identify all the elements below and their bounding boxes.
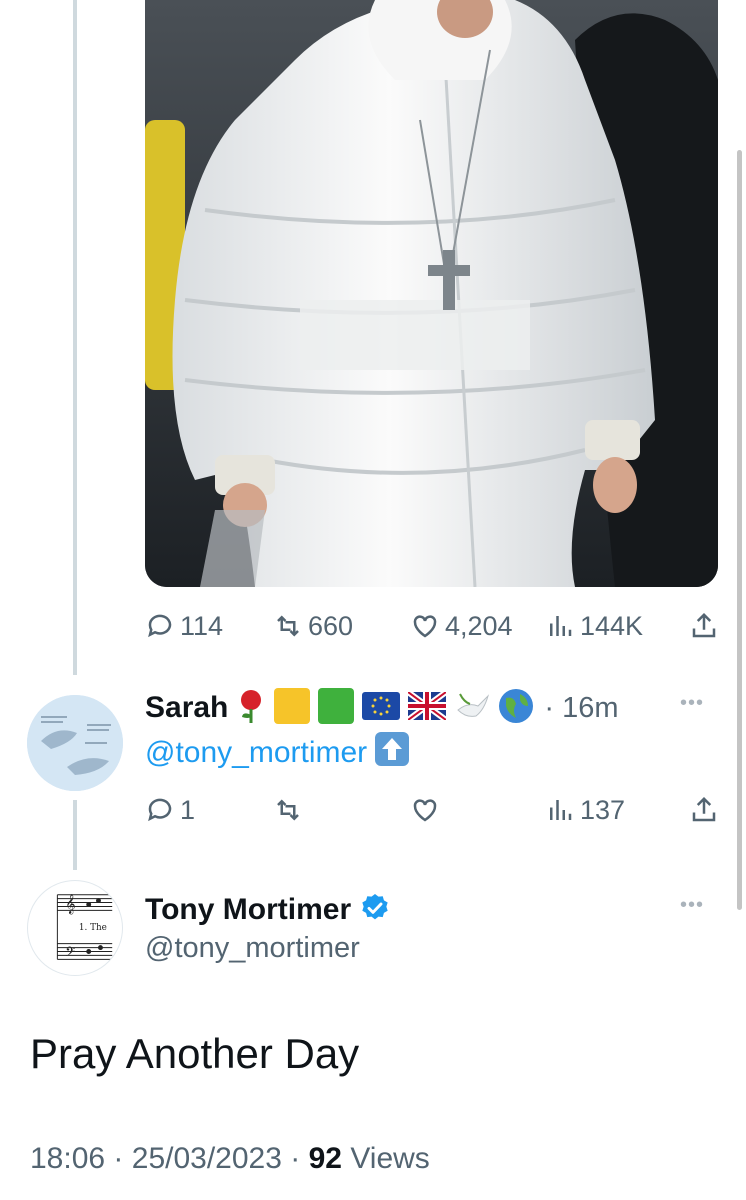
views-button[interactable]: 144K	[545, 606, 643, 646]
dove-emoji	[454, 688, 490, 729]
tweet-date[interactable]: 25/03/2023	[132, 1142, 282, 1175]
svg-text:1. The: 1. The	[79, 923, 107, 933]
verified-badge-icon	[359, 892, 391, 929]
views-count: 144K	[580, 610, 644, 641]
eu-flag-emoji	[362, 691, 401, 725]
tweet-views-label: Views	[350, 1142, 430, 1175]
like-button[interactable]: 4,204	[410, 606, 513, 646]
puffer-coat-photo-icon	[145, 0, 718, 587]
globe-emoji	[498, 688, 534, 729]
main-tweet-meta: 18:06 · 25/03/2023 · 92 Views	[30, 1142, 430, 1176]
reply-count: 114	[180, 610, 224, 641]
main-tweet-handle[interactable]: @tony_mortimer	[145, 932, 360, 965]
up-arrow-emoji	[375, 732, 410, 774]
tweet-views-count: 92	[308, 1142, 342, 1175]
main-tweet-display-name[interactable]: Tony Mortimer	[145, 893, 351, 927]
scrollbar[interactable]	[737, 150, 742, 910]
reply-views-button[interactable]: 137	[545, 790, 625, 830]
avatar-tony-mortimer[interactable]: 𝄞 𝄢 1. The	[27, 880, 123, 976]
reply-button[interactable]: 114	[145, 606, 223, 646]
reply-like-button[interactable]	[410, 790, 445, 830]
avatar-sarah[interactable]	[27, 695, 123, 791]
views-chart-icon	[550, 800, 572, 820]
reply-reply-button[interactable]: 1	[145, 790, 195, 830]
like-count: 4,204	[445, 610, 513, 641]
share-icon	[692, 796, 716, 822]
thread-line-top	[73, 0, 77, 675]
yellow-square-emoji	[274, 687, 311, 729]
views-chart-icon	[550, 616, 572, 636]
reply-display-name[interactable]: Sarah	[145, 691, 228, 725]
retweet-count: 660	[308, 610, 354, 641]
tweet-media-image[interactable]	[145, 0, 718, 587]
thread-line-bottom	[73, 800, 77, 870]
reply-views-count: 137	[580, 794, 626, 825]
meta-separator: ·	[113, 1142, 124, 1175]
share-button[interactable]	[689, 606, 719, 646]
reply-icon	[148, 798, 172, 822]
svg-text:𝄞: 𝄞	[65, 894, 75, 914]
reply-mention-link[interactable]: @tony_mortimer	[145, 736, 367, 770]
retweet-button[interactable]: 660	[273, 606, 353, 646]
heart-icon	[413, 615, 437, 638]
reply-time[interactable]: · 16m	[544, 692, 618, 725]
sheet-music-avatar-icon: 𝄞 𝄢 1. The	[56, 894, 113, 962]
whale-avatar-icon	[27, 695, 123, 791]
meta-separator: ·	[290, 1142, 301, 1175]
uk-flag-emoji	[406, 689, 449, 725]
main-tweet-text: Pray Another Day	[30, 1030, 360, 1077]
reply-more-button[interactable]: •••	[680, 692, 704, 715]
tweet-action-bar: 114 660 4,204 144K	[145, 606, 720, 646]
reply-text: @tony_mortimer	[145, 732, 410, 774]
main-tweet-more-button[interactable]: •••	[680, 894, 704, 917]
share-icon	[692, 612, 716, 638]
reply-share-button[interactable]	[689, 790, 719, 830]
retweet-icon	[277, 799, 299, 821]
main-tweet-header: Tony Mortimer	[145, 890, 391, 930]
tweet-time[interactable]: 18:06	[30, 1142, 105, 1175]
rose-emoji	[236, 689, 266, 728]
reply-reply-count: 1	[180, 794, 196, 825]
reply-action-bar: 1 137	[145, 790, 720, 830]
reply-icon	[148, 614, 172, 638]
green-square-emoji	[318, 687, 355, 729]
retweet-icon	[277, 615, 299, 637]
heart-icon	[413, 799, 437, 822]
svg-text:𝄢: 𝄢	[65, 943, 75, 962]
reply-header: Sarah · 16m	[145, 687, 619, 729]
reply-retweet-button[interactable]	[273, 790, 308, 830]
